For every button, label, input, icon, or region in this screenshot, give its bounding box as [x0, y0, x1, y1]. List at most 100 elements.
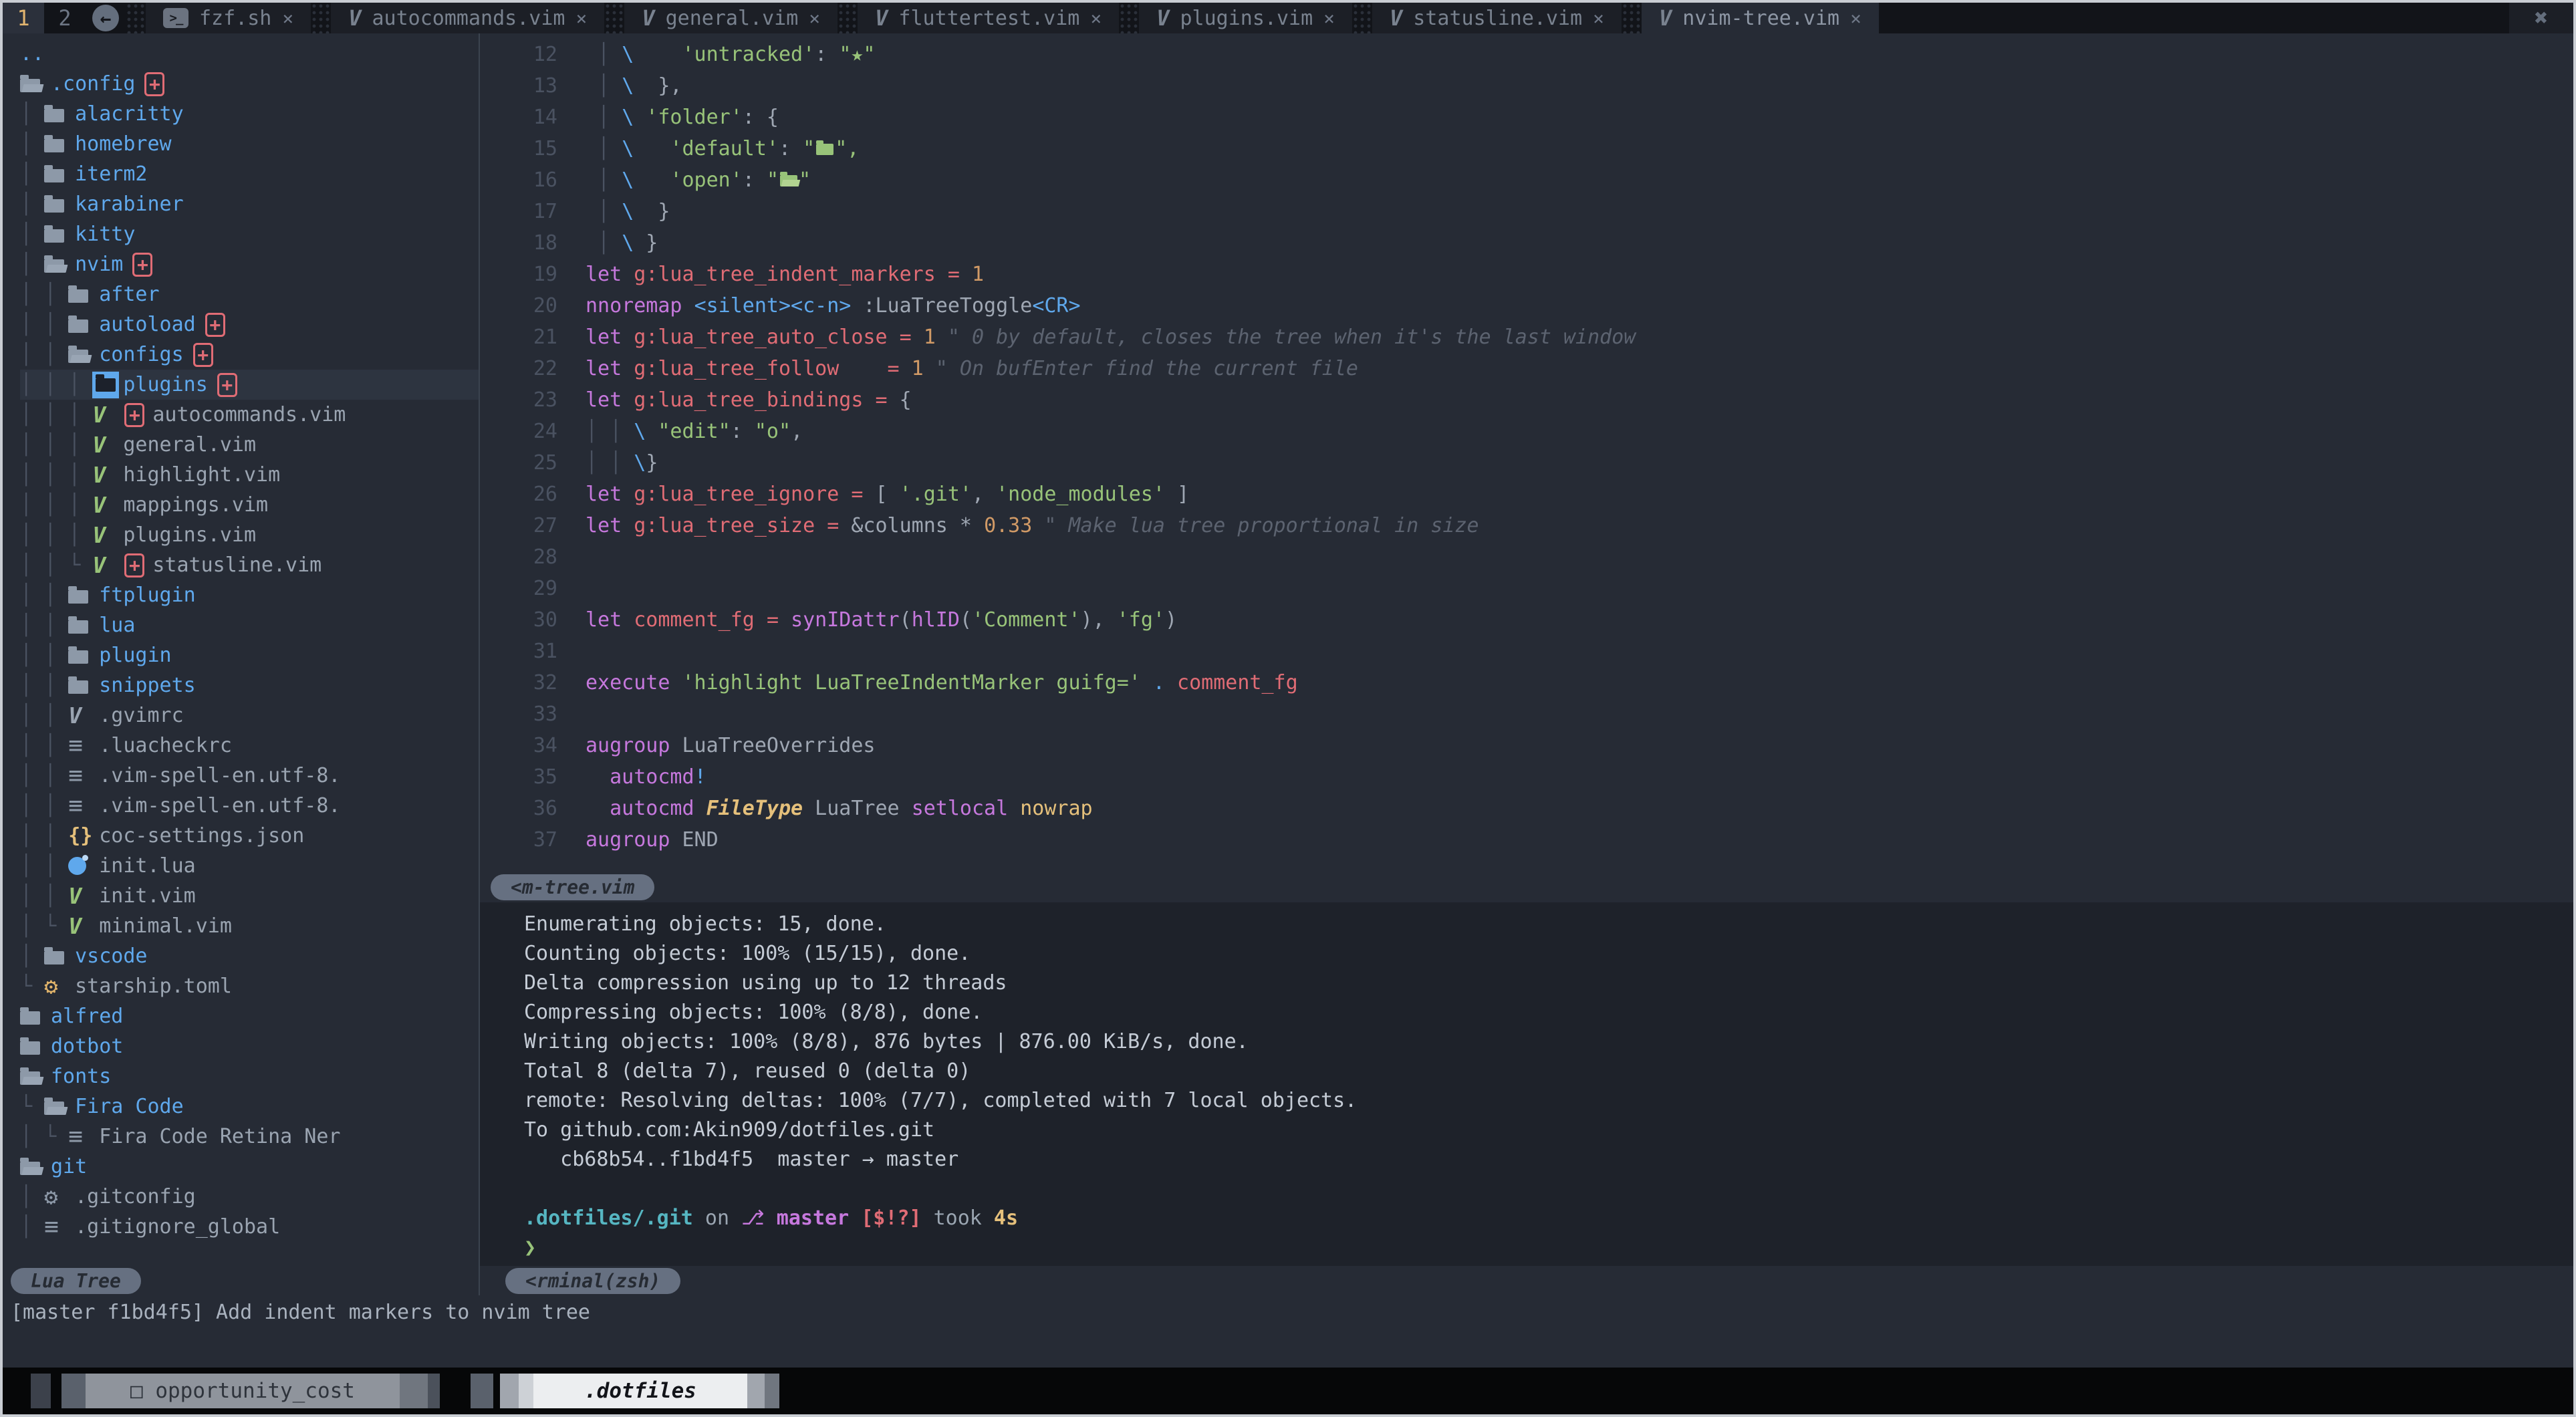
tab-fzf.sh[interactable]: >_fzf.sh× [146, 3, 311, 33]
editor-line[interactable]: 36 autocmd FileType LuaTree setlocal now… [480, 793, 2573, 824]
tree-item-Fira Code[interactable]: └ Fira Code [20, 1091, 479, 1122]
code-text: │ │ \ "edit": "o", [586, 420, 803, 443]
editor-line[interactable]: 37augroup END [480, 824, 2573, 856]
tab-close-icon[interactable]: × [1323, 7, 1335, 29]
tree-item-.vim-spell-en.utf-8.[interactable]: │ │ ≡.vim-spell-en.utf-8. [20, 761, 479, 791]
editor-line[interactable]: 25│ │ \} [480, 447, 2573, 479]
tree-item-.luacheckrc[interactable]: │ │ ≡.luacheckrc [20, 731, 479, 761]
tree-item-label: plugin [99, 644, 171, 667]
tree-item-..[interactable]: .. [20, 39, 479, 69]
tree-item-fonts[interactable]: fonts [20, 1061, 479, 1091]
tree-item-nvim[interactable]: │ nvim+ [20, 249, 479, 279]
tab-autocommands.vim[interactable]: Vautocommands.vim× [331, 3, 604, 33]
terminal-output-line: Writing objects: 100% (8/8), 876 bytes |… [524, 1027, 2573, 1056]
editor-line[interactable]: 22let g:lua_tree_follow = 1 " On bufEnte… [480, 353, 2573, 384]
tree-item-.gitignore_global[interactable]: │ ≡.gitignore_global [20, 1212, 479, 1242]
tree-item-mappings.vim[interactable]: │ │ │ Vmappings.vim [20, 490, 479, 520]
tree-item-alacritty[interactable]: │ alacritty [20, 99, 479, 129]
tree-item-init.lua[interactable]: │ │ init.lua [20, 851, 479, 881]
tree-item-.gvimrc[interactable]: │ │ V.gvimrc [20, 700, 479, 731]
tab-fluttertest.vim[interactable]: Vfluttertest.vim× [858, 3, 1119, 33]
editor-line[interactable]: 20nnoremap <silent><c-n> :LuaTreeToggle<… [480, 290, 2573, 321]
tree-item-.gitconfig[interactable]: │ ⚙.gitconfig [20, 1182, 479, 1212]
tree-item-karabiner[interactable]: │ karabiner [20, 189, 479, 219]
tree-item-Fira Code Retina Ner[interactable]: │ └ ≡Fira Code Retina Ner [20, 1122, 479, 1152]
back-arrow-icon[interactable]: ← [92, 5, 119, 31]
editor-line[interactable]: 27let g:lua_tree_size = &columns * 0.33 … [480, 510, 2573, 541]
tab-statusline.vim[interactable]: Vstatusline.vim× [1372, 3, 1622, 33]
editor-line[interactable]: 26let g:lua_tree_ignore = [ '.git', 'nod… [480, 479, 2573, 510]
tree-item-homebrew[interactable]: │ homebrew [20, 129, 479, 159]
tree-item-coc-settings.json[interactable]: │ │ {}coc-settings.json [20, 821, 479, 851]
tab-plugins.vim[interactable]: Vplugins.vim× [1139, 3, 1352, 33]
editor-line[interactable]: 21let g:lua_tree_auto_close = 1 " 0 by d… [480, 321, 2573, 353]
tree-item-statusline.vim[interactable]: │ │ └ V+statusline.vim [20, 550, 479, 580]
tabpage-2[interactable]: 2 [44, 3, 86, 33]
tab-nvim-tree.vim[interactable]: Vnvim-tree.vim× [1642, 3, 1879, 33]
editor-line[interactable]: 19let g:lua_tree_indent_markers = 1 [480, 259, 2573, 290]
tab-close-icon[interactable]: × [809, 7, 820, 29]
editor-line[interactable]: 16 │ \ 'open': "" [480, 164, 2573, 196]
tree-item-after[interactable]: │ │ after [20, 279, 479, 309]
tree-item-.config[interactable]: .config+ [20, 69, 479, 99]
editor-line[interactable]: 18 │ \ } [480, 227, 2573, 259]
tree-item-init.vim[interactable]: │ │ Vinit.vim [20, 881, 479, 911]
vim-icon: V [1156, 5, 1169, 31]
tree-guide: │ │ [20, 343, 68, 366]
vim-file-icon: V [92, 492, 106, 518]
tree-item-git[interactable]: git [20, 1152, 479, 1182]
tree-item-ftplugin[interactable]: │ │ ftplugin [20, 580, 479, 610]
editor-line[interactable]: 34augroup LuaTreeOverrides [480, 730, 2573, 761]
tree-item-.vim-spell-en.utf-8.[interactable]: │ │ ≡.vim-spell-en.utf-8. [20, 791, 479, 821]
tree-item-general.vim[interactable]: │ │ │ Vgeneral.vim [20, 430, 479, 460]
editor-line[interactable]: 23let g:lua_tree_bindings = { [480, 384, 2573, 416]
terminal-split[interactable]: Enumerating objects: 15, done.Counting o… [480, 902, 2573, 1266]
tree-item-plugin[interactable]: │ │ plugin [20, 640, 479, 670]
editor-line[interactable]: 33 [480, 698, 2573, 730]
tab-close-icon[interactable]: × [575, 7, 587, 29]
tree-item-lua[interactable]: │ │ lua [20, 610, 479, 640]
tree-item-plugins.vim[interactable]: │ │ │ Vplugins.vim [20, 520, 479, 550]
code-text: │ \ 'folder': { [586, 106, 779, 129]
tab-close-icon[interactable]: × [282, 7, 293, 29]
tab-general.vim[interactable]: Vgeneral.vim× [624, 3, 838, 33]
editor-buffer[interactable]: 12 │ \ 'untracked': "★"13 │ \ },14 │ \ '… [480, 33, 2573, 872]
tree-item-alfred[interactable]: alfred [20, 1001, 479, 1031]
editor-line[interactable]: 24│ │ \ "edit": "o", [480, 416, 2573, 447]
tree-item-iterm2[interactable]: │ iterm2 [20, 159, 479, 189]
tree-item-autoload[interactable]: │ │ autoload+ [20, 309, 479, 340]
tree-item-plugins[interactable]: │ │ │ plugins+ [20, 370, 479, 400]
tree-item-snippets[interactable]: │ │ snippets [20, 670, 479, 700]
editor-line[interactable]: 14 │ \ 'folder': { [480, 102, 2573, 133]
tab-close-icon[interactable]: × [1593, 7, 1604, 29]
editor-line[interactable]: 17 │ \ } [480, 196, 2573, 227]
close-icon[interactable]: ✖ [2509, 3, 2573, 33]
tree-item-minimal.vim[interactable]: │ └ Vminimal.vim [20, 911, 479, 941]
editor-line[interactable]: 15 │ \ 'default': "", [480, 133, 2573, 164]
editor-line[interactable]: 35 autocmd! [480, 761, 2573, 793]
tree-item-configs[interactable]: │ │ configs+ [20, 340, 479, 370]
editor-line[interactable]: 29 [480, 573, 2573, 604]
tree-item-vscode[interactable]: │ vscode [20, 941, 479, 971]
editor-line[interactable]: 13 │ \ }, [480, 70, 2573, 102]
tree-item-starship.toml[interactable]: └ ⚙starship.toml [20, 971, 479, 1001]
tab-close-icon[interactable]: × [1850, 7, 1861, 29]
tree-item-label: dotbot [51, 1035, 123, 1058]
line-number: 25 [480, 451, 586, 475]
editor-line[interactable]: 12 │ \ 'untracked': "★" [480, 39, 2573, 70]
editor-line[interactable]: 31 [480, 636, 2573, 667]
vim-icon: V [642, 5, 654, 31]
code-text: autocmd FileType LuaTree setlocal nowrap [586, 797, 1093, 820]
editor-line[interactable]: 28 [480, 541, 2573, 573]
tree-item-kitty[interactable]: │ kitty [20, 219, 479, 249]
tree-item-label: mappings.vim [123, 493, 268, 517]
tree-item-autocommands.vim[interactable]: │ │ │ V+autocommands.vim [20, 400, 479, 430]
tree-item-dotbot[interactable]: dotbot [20, 1031, 479, 1061]
tmux-window-opportunity_cost[interactable]: □ opportunity_cost [31, 1374, 440, 1408]
tmux-window-.dotfiles[interactable]: .dotfiles [471, 1374, 779, 1408]
tree-item-highlight.vim[interactable]: │ │ │ Vhighlight.vim [20, 460, 479, 490]
tabpage-1[interactable]: 1 [3, 3, 44, 33]
editor-line[interactable]: 30let comment_fg = synIDattr(hlID('Comme… [480, 604, 2573, 636]
tab-close-icon[interactable]: × [1090, 7, 1102, 29]
editor-line[interactable]: 32execute 'highlight LuaTreeIndentMarker… [480, 667, 2573, 698]
